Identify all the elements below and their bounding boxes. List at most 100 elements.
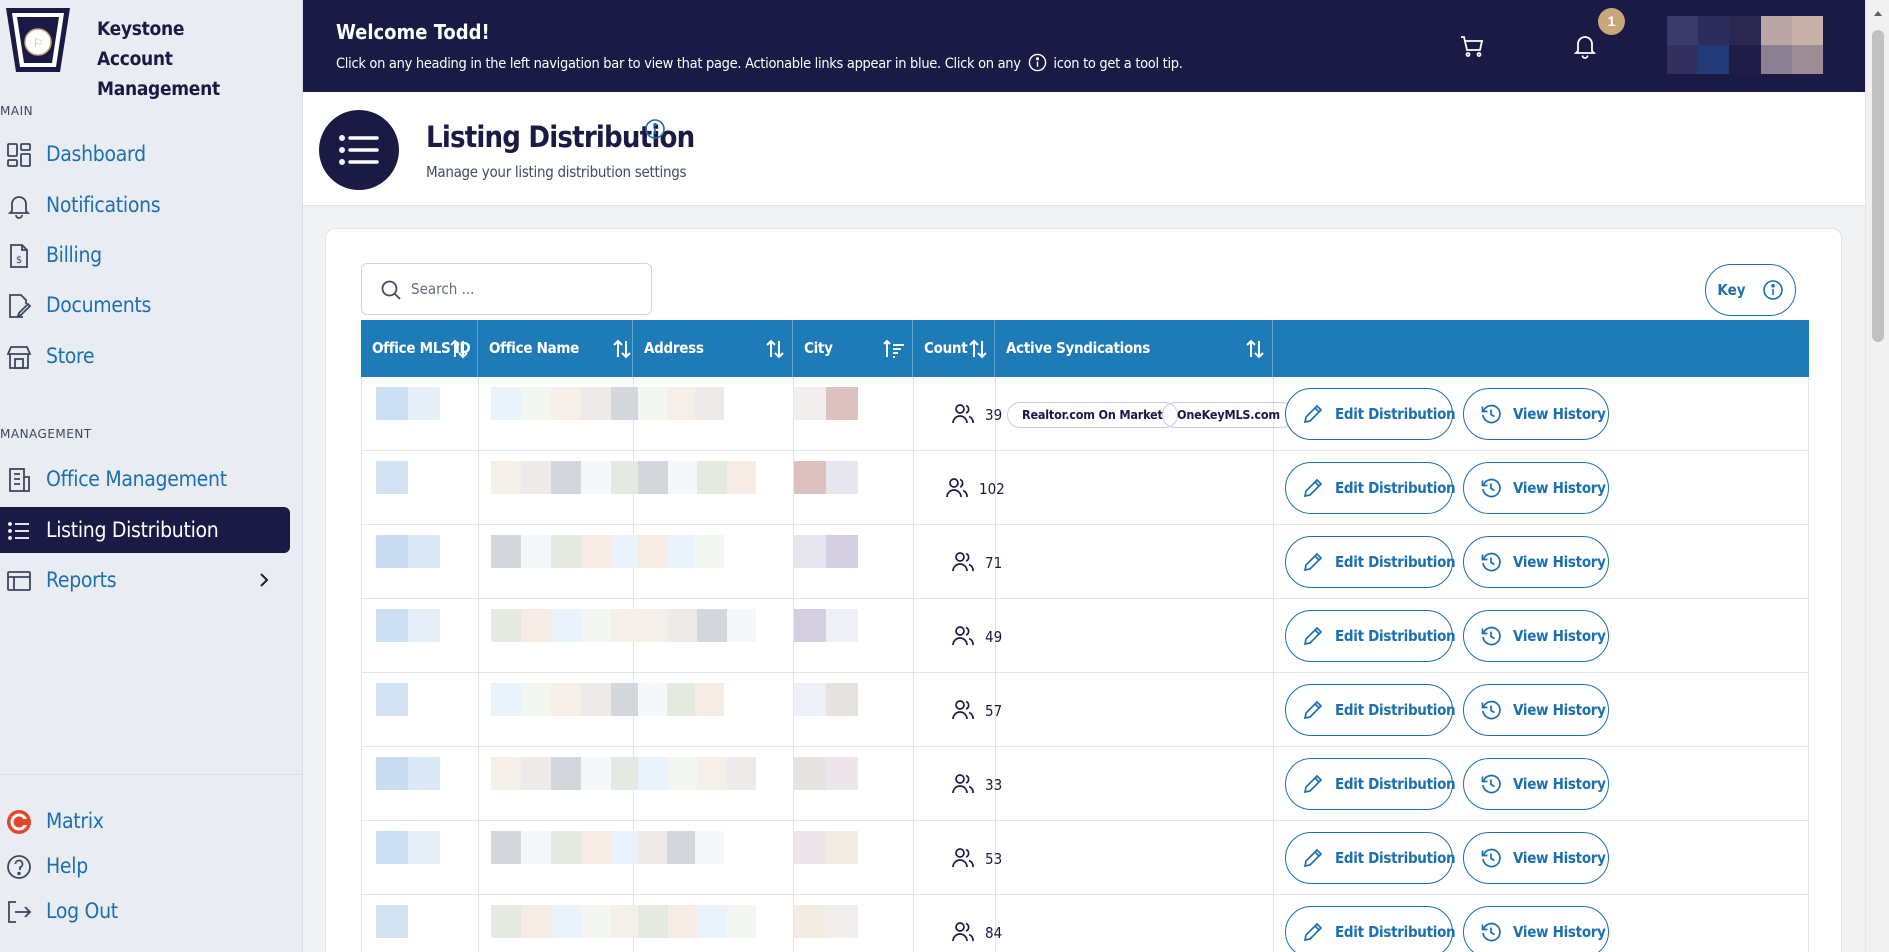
redacted-city [794,905,858,938]
column-header-city[interactable]: City [793,320,913,377]
scroll-up-arrow-icon[interactable] [1872,8,1884,20]
notification-count-badge: 1 [1598,8,1625,35]
view-history-label: View History [1513,479,1606,497]
people-icon [952,552,974,572]
welcome-instructions-text-end: icon to get a tool tip. [1053,56,1183,72]
column-header-address[interactable]: Address [633,320,793,377]
cell-office-mls-id[interactable] [362,599,479,673]
column-header-active-syndications[interactable]: Active Syndications [995,320,1273,377]
edit-distribution-button[interactable]: Edit Distribution [1285,832,1456,884]
sidebar-item-documents[interactable]: Documents [0,282,290,328]
view-history-button[interactable]: View History [1463,684,1609,736]
sidebar-item-logout[interactable]: Log Out [0,888,290,934]
sidebar-item-reports[interactable]: Reports [0,557,290,603]
cell-address [634,599,794,673]
brand: ⚐ Keystone Account Management [0,0,303,100]
cell-office-mls-id[interactable] [362,747,479,821]
redacted-office-name [491,461,641,494]
redacted-city [794,535,858,568]
sort-icon[interactable] [763,337,787,361]
sidebar-item-listing-distribution[interactable]: Listing Distribution [0,507,290,553]
svg-text:$: $ [16,255,22,266]
cell-address [634,747,794,821]
view-history-label: View History [1513,627,1606,645]
redacted-address [638,905,756,938]
cell-office-mls-id[interactable] [362,451,479,525]
view-history-button[interactable]: View History [1463,462,1609,514]
view-history-button[interactable]: View History [1463,832,1609,884]
sidebar-item-label: Matrix [46,809,104,833]
redacted-office-name [491,683,641,716]
store-icon [6,346,32,369]
sidebar-item-billing[interactable]: $ Billing [0,232,290,278]
search-input[interactable] [411,276,641,302]
sort-ascending-icon[interactable] [882,337,906,361]
edit-distribution-button[interactable]: Edit Distribution [1285,906,1456,952]
edit-distribution-button[interactable]: Edit Distribution [1285,610,1456,662]
view-history-button[interactable]: View History [1463,610,1609,662]
page-list-icon [319,110,399,190]
cell-active-syndications [996,525,1274,599]
redacted-office-name [491,831,641,864]
sort-icon[interactable] [447,337,471,361]
redacted-address [638,757,756,790]
view-history-button[interactable]: View History [1463,536,1609,588]
edit-distribution-label: Edit Distribution [1335,849,1456,867]
edit-distribution-label: Edit Distribution [1335,553,1456,571]
edit-distribution-button[interactable]: Edit Distribution [1285,462,1456,514]
avatar[interactable] [1667,16,1823,74]
redacted-address [638,683,724,716]
sort-icon[interactable] [966,337,990,361]
redacted-office-mls-id [376,461,440,494]
view-history-label: View History [1513,923,1606,941]
sort-icon[interactable] [1243,337,1267,361]
key-button[interactable]: Key [1705,264,1796,316]
redacted-city [794,757,858,790]
view-history-button[interactable]: View History [1463,758,1609,810]
cell-city [794,377,914,451]
column-header-office-mls-id[interactable]: Office MLS ID [361,320,478,377]
cell-office-mls-id[interactable] [362,895,479,952]
redacted-address [638,387,724,420]
redacted-city [794,461,858,494]
column-header-count[interactable]: Count [913,320,995,377]
view-history-button[interactable]: View History [1463,388,1609,440]
sidebar-item-matrix[interactable]: Matrix [0,798,290,844]
info-icon[interactable] [644,118,666,140]
sidebar-item-notifications[interactable]: Notifications [0,182,290,228]
edit-distribution-button[interactable]: Edit Distribution [1285,388,1456,440]
cell-actions: Edit Distribution View History [1274,525,1609,599]
table-header: Office MLS ID Office Name Address City Count… [361,320,1809,377]
cell-city [794,451,914,525]
app-name: Keystone Account Management [97,18,220,100]
dashboard-icon [7,143,31,167]
scroll-thumb[interactable] [1872,30,1884,342]
sidebar-item-label: Listing Distribution [46,518,219,542]
sort-icon[interactable] [610,337,634,361]
cell-count: 71 [914,525,1002,599]
sidebar-item-office-management[interactable]: Office Management [0,456,290,502]
redacted-address [638,461,756,494]
building-icon [9,468,30,492]
edit-distribution-button[interactable]: Edit Distribution [1285,758,1456,810]
view-history-button[interactable]: View History [1463,906,1609,952]
search-icon [381,280,401,300]
cart-icon[interactable] [1458,32,1486,60]
sidebar-item-store[interactable]: Store [0,333,290,379]
column-header-office-name[interactable]: Office Name [478,320,633,377]
edit-distribution-button[interactable]: Edit Distribution [1285,684,1456,736]
cell-office-mls-id[interactable] [362,821,479,895]
sidebar-item-help[interactable]: Help [0,843,290,889]
cell-office-mls-id[interactable] [362,377,479,451]
history-icon [1481,700,1501,720]
cell-office-mls-id[interactable] [362,525,479,599]
cell-office-mls-id[interactable] [362,673,479,747]
notification-bell-icon[interactable] [1571,32,1599,60]
cell-city [794,747,914,821]
edit-distribution-button[interactable]: Edit Distribution [1285,536,1456,588]
welcome-instructions-text: Click on any heading in the left navigat… [336,56,1021,72]
welcome-instructions: Click on any heading in the left navigat… [336,53,1183,72]
sidebar-item-label: Billing [46,243,102,267]
page-scrollbar[interactable] [1865,0,1889,952]
sidebar-item-dashboard[interactable]: Dashboard [0,131,290,177]
